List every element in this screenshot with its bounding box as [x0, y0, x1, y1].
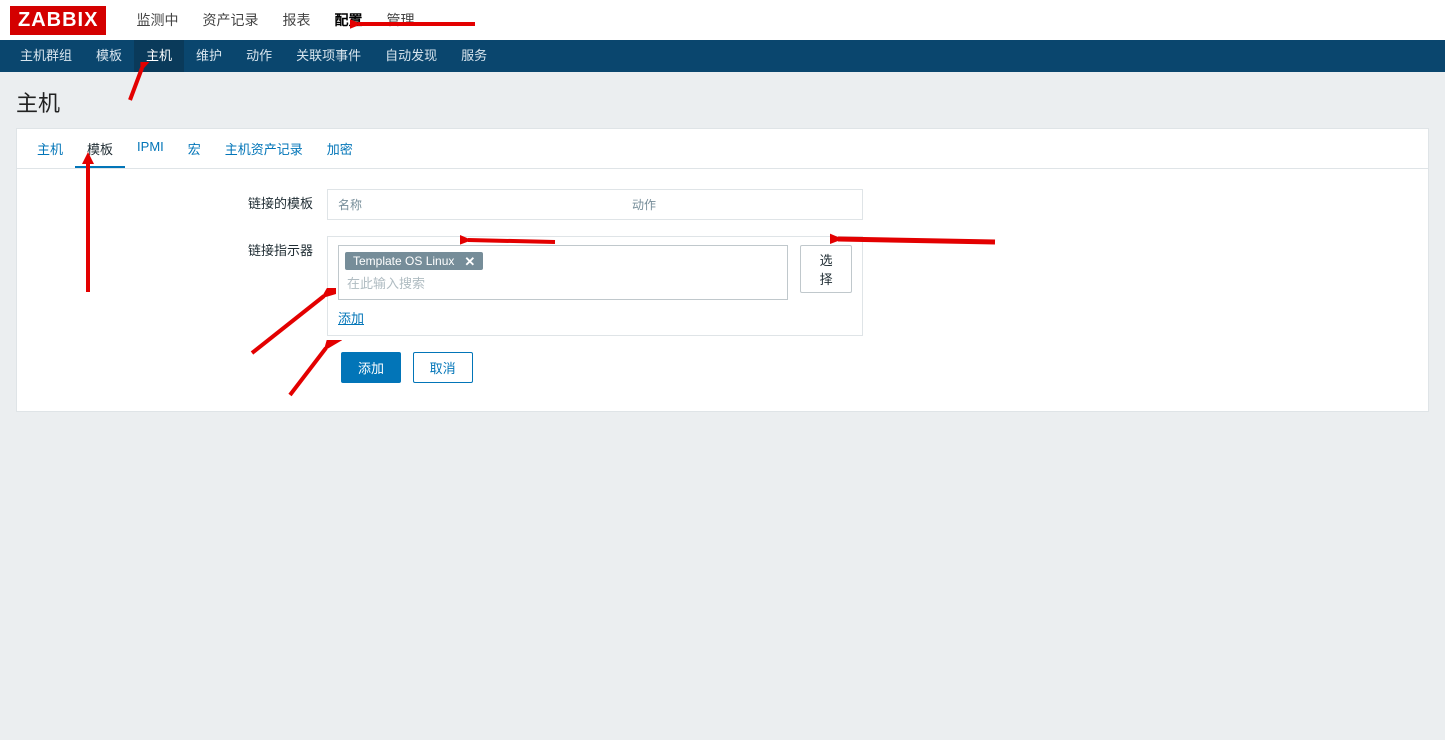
top-nav-administration[interactable]: 管理: [374, 0, 426, 40]
sub-nav-templates[interactable]: 模板: [84, 40, 134, 72]
top-nav-reports[interactable]: 报表: [270, 0, 322, 40]
page-header: 主机: [0, 72, 1445, 128]
cancel-button[interactable]: 取消: [413, 352, 473, 383]
add-button[interactable]: 添加: [341, 352, 401, 383]
link-indicators-label: 链接指示器: [37, 236, 327, 259]
add-template-link[interactable]: 添加: [338, 308, 364, 327]
sub-nav-services[interactable]: 服务: [449, 40, 499, 72]
template-chip-label: Template OS Linux: [353, 254, 454, 268]
sub-nav-correlation[interactable]: 关联项事件: [284, 40, 373, 72]
sub-nav: 主机群组 模板 主机 维护 动作 关联项事件 自动发现 服务: [0, 40, 1445, 72]
form-tabs: 主机 模板 IPMI 宏 主机资产记录 加密: [17, 129, 1428, 169]
tab-inventory[interactable]: 主机资产记录: [213, 129, 315, 168]
remove-chip-icon[interactable]: ✕: [460, 255, 479, 268]
top-nav-monitoring[interactable]: 监测中: [124, 0, 190, 40]
tab-templates[interactable]: 模板: [75, 129, 125, 168]
top-nav: ZABBIX 监测中 资产记录 报表 配置 管理: [0, 0, 1445, 40]
sub-nav-actions[interactable]: 动作: [234, 40, 284, 72]
tab-encryption[interactable]: 加密: [315, 129, 365, 168]
sub-nav-maintenance[interactable]: 维护: [184, 40, 234, 72]
template-search-input[interactable]: [345, 274, 781, 293]
sub-nav-hosts[interactable]: 主机: [134, 40, 184, 72]
page-title: 主机: [16, 86, 1429, 118]
sub-nav-discovery[interactable]: 自动发现: [373, 40, 449, 72]
th-name: 名称: [328, 190, 622, 219]
logo[interactable]: ZABBIX: [10, 6, 106, 35]
th-action: 动作: [622, 190, 862, 219]
template-chip: Template OS Linux ✕: [345, 252, 483, 270]
template-multiselect[interactable]: Template OS Linux ✕: [338, 245, 788, 300]
tab-host[interactable]: 主机: [25, 129, 75, 168]
linked-templates-label: 链接的模板: [37, 189, 327, 212]
select-template-button[interactable]: 选择: [800, 245, 852, 293]
linked-templates-table: 名称 动作: [327, 189, 863, 220]
sub-nav-hostgroups[interactable]: 主机群组: [8, 40, 84, 72]
top-nav-inventory[interactable]: 资产记录: [190, 0, 270, 40]
form-panel: 主机 模板 IPMI 宏 主机资产记录 加密 链接的模板 名称 动作: [16, 128, 1429, 412]
tab-macros[interactable]: 宏: [176, 129, 213, 168]
top-nav-configuration[interactable]: 配置: [322, 0, 374, 40]
tab-ipmi[interactable]: IPMI: [125, 129, 176, 168]
